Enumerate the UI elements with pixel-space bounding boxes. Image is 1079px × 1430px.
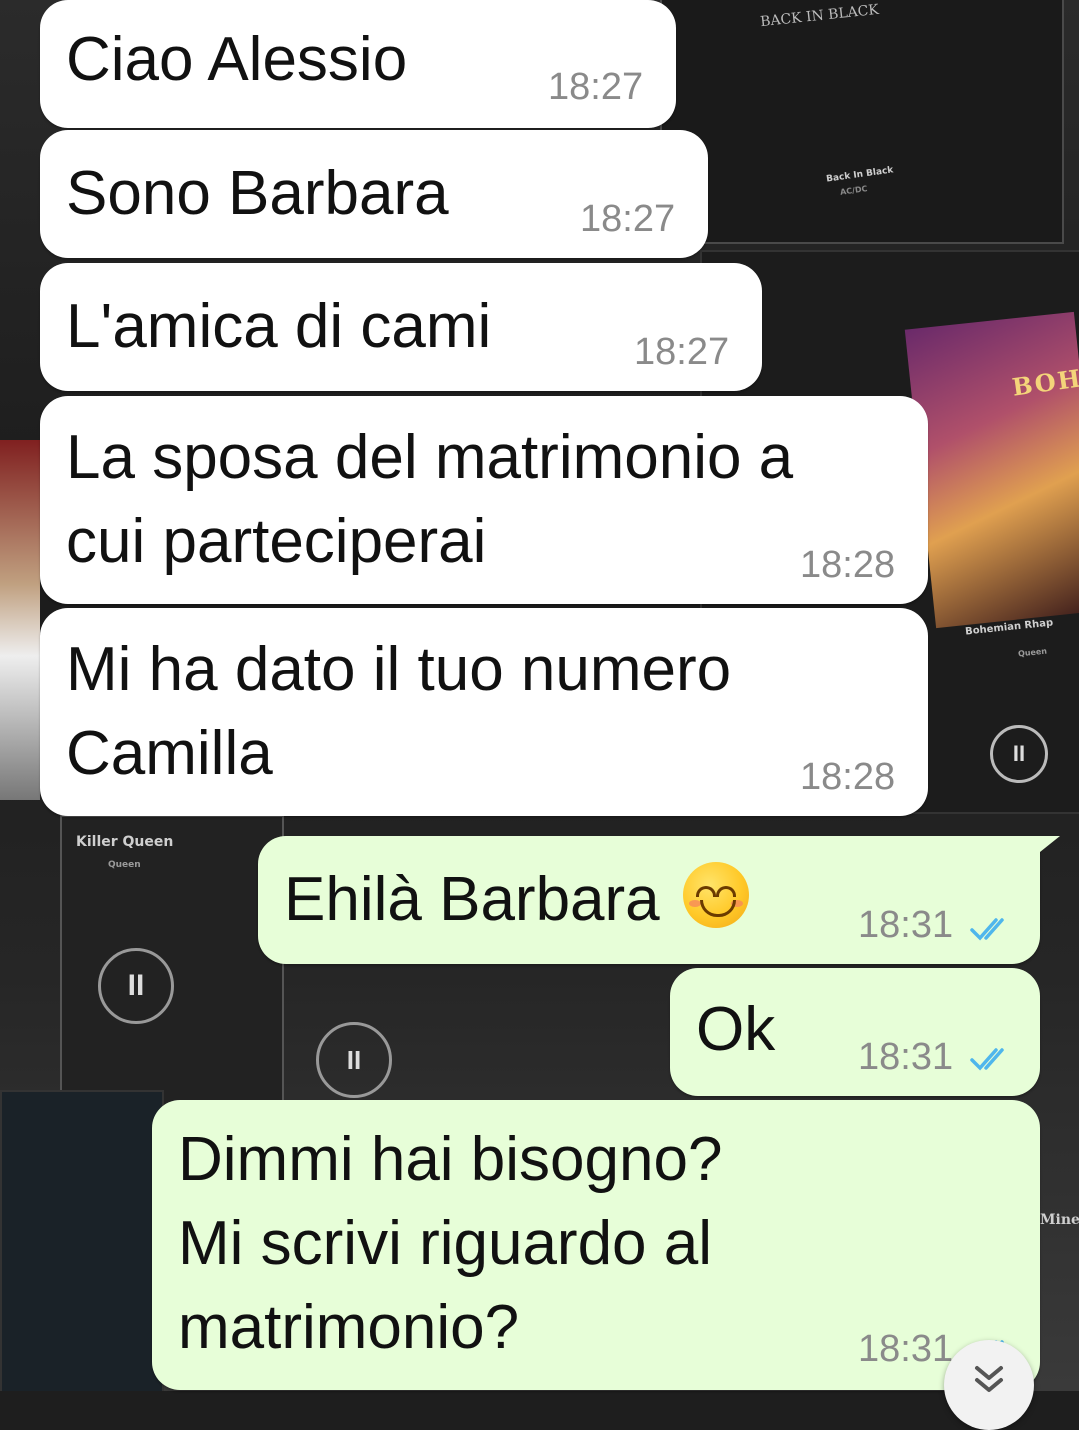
bubble-tail (1030, 836, 1060, 860)
message-time: 18:31 (858, 1036, 954, 1078)
outgoing-message[interactable]: Dimmi hai bisogno? Mi scrivi riguardo al… (152, 1100, 1040, 1390)
outgoing-message[interactable]: Ok 18:31 (670, 968, 1040, 1096)
message-time: 18:28 (800, 756, 896, 798)
read-receipt-icon (970, 1048, 1004, 1071)
scroll-to-bottom-button[interactable] (944, 1340, 1034, 1430)
double-chevron-down-icon (975, 1366, 1003, 1392)
message-time: 18:27 (634, 331, 730, 373)
message-time: 18:28 (800, 544, 896, 586)
message-text: Mi ha dato il tuo numero Camilla (66, 635, 732, 788)
incoming-message[interactable]: L'amica di cami 18:27 (40, 263, 762, 391)
message-time: 18:31 (858, 904, 954, 946)
smiling-face-icon (682, 862, 749, 928)
incoming-message[interactable]: Sono Barbara 18:27 (40, 130, 708, 258)
outgoing-message[interactable]: Ehilà Barbara 18:31 (258, 836, 1040, 964)
message-text: Ok (696, 995, 776, 1064)
message-text-content: Ehilà Barbara (284, 865, 660, 934)
message-text: Ehilà Barbara (284, 858, 749, 942)
message-list[interactable]: Ciao Alessio 18:27 Sono Barbara 18:27 L'… (0, 0, 1079, 1430)
message-text: Sono Barbara (66, 159, 449, 228)
incoming-message[interactable]: Mi ha dato il tuo numero Camilla 18:28 (40, 608, 928, 816)
read-receipt-icon (970, 918, 1004, 941)
message-text: Dimmi hai bisogno? Mi scrivi riguardo al… (178, 1125, 723, 1362)
incoming-message[interactable]: La sposa del matrimonio a cui parteciper… (40, 396, 928, 604)
incoming-message[interactable]: Ciao Alessio 18:27 (40, 0, 676, 128)
message-text: La sposa del matrimonio a cui parteciper… (66, 423, 794, 576)
message-time: 18:31 (858, 1328, 954, 1370)
message-text: L'amica di cami (66, 292, 492, 361)
message-time: 18:27 (580, 198, 676, 240)
message-time: 18:27 (548, 66, 644, 108)
message-text: Ciao Alessio (66, 25, 408, 94)
